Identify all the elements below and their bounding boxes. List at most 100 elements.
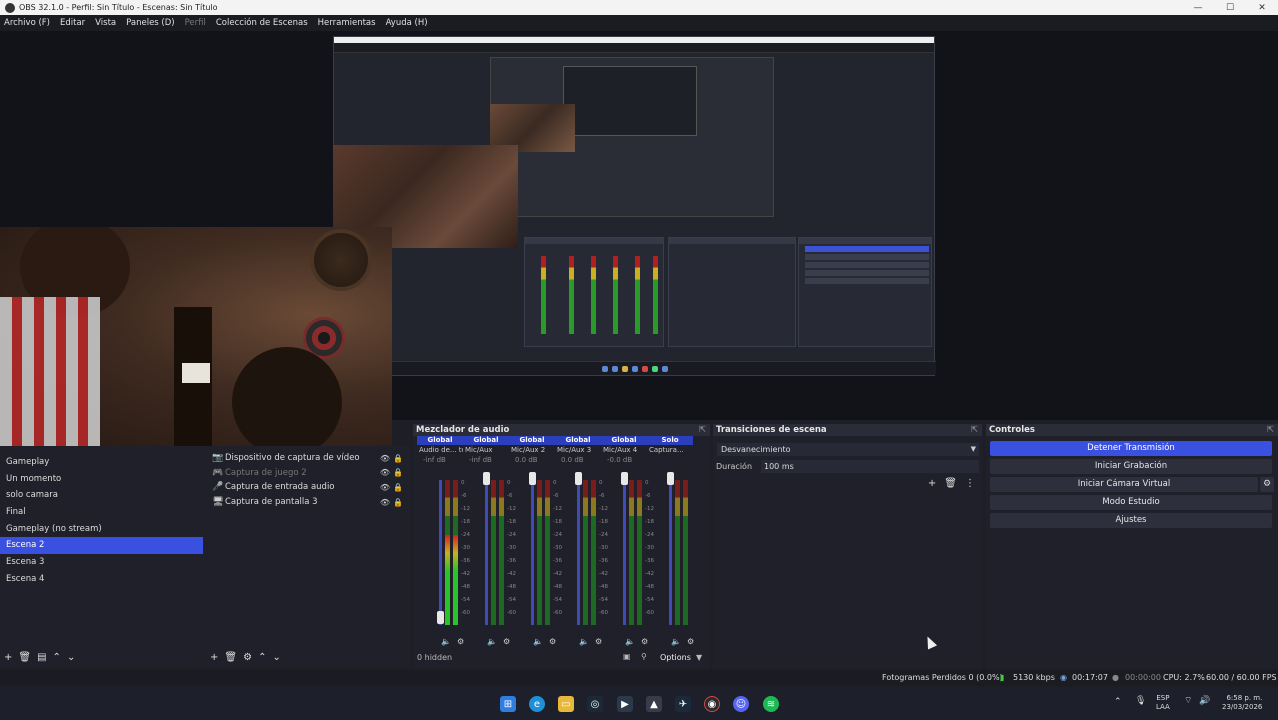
duration-field[interactable]: 100 ms xyxy=(761,460,979,473)
remove-scene-icon[interactable]: 🗑 xyxy=(18,652,31,663)
studio-mode-button[interactable]: Modo Estudio xyxy=(990,495,1272,510)
speaker-icon[interactable]: 🔈 xyxy=(625,637,635,646)
more-options-icon[interactable]: ⋮ xyxy=(965,478,975,489)
volume-icon[interactable]: 🔊 xyxy=(1199,697,1210,706)
transition-select[interactable]: Desvanecimiento ▼ xyxy=(717,443,979,456)
channel-badge[interactable]: Global xyxy=(417,436,463,445)
volume-fader-track[interactable] xyxy=(485,480,488,625)
options-button[interactable]: Options xyxy=(660,653,691,662)
maximize-button[interactable]: ☐ xyxy=(1214,0,1246,15)
source-item[interactable]: 🖥 Captura de pantalla 3 👁 🔒 xyxy=(208,495,406,510)
close-button[interactable]: ✕ xyxy=(1246,0,1278,15)
wifi-icon[interactable]: ⌔ xyxy=(1184,697,1192,706)
lock-icon[interactable]: 🔒 xyxy=(393,454,403,463)
remove-source-icon[interactable]: 🗑 xyxy=(224,652,237,663)
clock[interactable]: 6:58 p. m. 23/03/2026 xyxy=(1222,694,1262,712)
obs-taskbar-icon[interactable]: ◉ xyxy=(704,696,720,712)
move-up-icon[interactable]: ⌃ xyxy=(53,652,61,663)
visibility-eye-icon[interactable]: 👁 xyxy=(380,498,390,507)
start-recording-button[interactable]: Iniciar Grabación xyxy=(990,459,1272,474)
channel-name[interactable]: Mic/Aux 3 xyxy=(555,445,601,456)
channel-badge[interactable]: Global xyxy=(463,436,509,445)
move-down-icon[interactable]: ⌄ xyxy=(272,652,280,663)
visibility-eye-icon[interactable]: 👁 xyxy=(380,483,390,492)
channel-settings-icon[interactable]: ⚙ xyxy=(687,637,694,646)
volume-fader-knob[interactable] xyxy=(529,472,536,485)
volume-fader-knob[interactable] xyxy=(667,472,674,485)
channel-name[interactable]: Audio de... tono 2 xyxy=(417,445,463,456)
windows-start-icon[interactable]: ⊞ xyxy=(500,696,516,712)
channel-name[interactable]: Captura... xyxy=(647,445,693,456)
speaker-icon[interactable]: 🔈 xyxy=(487,637,497,646)
volume-fader-knob[interactable] xyxy=(483,472,490,485)
lock-icon[interactable]: 🔒 xyxy=(393,468,403,477)
discord-icon[interactable]: ☺ xyxy=(733,696,749,712)
speaker-icon[interactable]: 🔈 xyxy=(533,637,543,646)
app-icon[interactable]: ▲ xyxy=(646,696,662,712)
channel-name[interactable]: Mic/Aux xyxy=(463,445,509,456)
menu-coleccion-escenas[interactable]: Colección de Escenas xyxy=(216,18,308,28)
link-icon[interactable]: ⚲ xyxy=(641,652,647,661)
menu-archivo[interactable]: Archivo (F) xyxy=(4,18,50,28)
add-transition-icon[interactable]: + xyxy=(928,478,936,489)
channel-name[interactable]: Mic/Aux 2 xyxy=(509,445,555,456)
menu-ayuda[interactable]: Ayuda (H) xyxy=(386,18,428,28)
scene-item-selected[interactable]: Escena 2 xyxy=(0,537,203,555)
dock-icon[interactable]: ⇱ xyxy=(699,424,706,436)
filter-scene-icon[interactable]: ▤ xyxy=(37,652,46,663)
minimize-button[interactable]: — xyxy=(1182,0,1214,15)
dock-icon[interactable]: ⇱ xyxy=(971,424,978,436)
channel-badge[interactable]: Global xyxy=(601,436,647,445)
file-explorer-icon[interactable]: ▭ xyxy=(558,696,574,712)
scene-item[interactable]: Un momento xyxy=(0,471,205,488)
volume-fader-track[interactable] xyxy=(669,480,672,625)
language-indicator[interactable]: ESP LAA xyxy=(1156,694,1170,712)
channel-badge[interactable]: Global xyxy=(509,436,555,445)
channel-badge[interactable]: Global xyxy=(555,436,601,445)
chevron-up-icon[interactable]: ⌃ xyxy=(1114,698,1122,707)
source-item[interactable]: 🎤 Captura de entrada audio 👁 🔒 xyxy=(208,480,406,495)
visibility-eye-icon[interactable]: 👁 xyxy=(380,468,390,477)
menu-paneles[interactable]: Paneles (D) xyxy=(126,18,174,28)
visibility-eye-icon[interactable]: 👁 xyxy=(380,454,390,463)
move-down-icon[interactable]: ⌄ xyxy=(67,652,75,663)
scene-item[interactable]: Escena 3 xyxy=(0,554,205,571)
volume-fader-track[interactable] xyxy=(623,480,626,625)
volume-fader-knob[interactable] xyxy=(437,611,444,624)
layout-icon[interactable]: ▣ xyxy=(623,652,631,661)
speaker-icon[interactable]: 🔈 xyxy=(441,637,451,646)
lock-icon[interactable]: 🔒 xyxy=(393,483,403,492)
spotify-icon[interactable]: ≋ xyxy=(763,696,779,712)
volume-fader-knob[interactable] xyxy=(575,472,582,485)
channel-name[interactable]: Mic/Aux 4 xyxy=(601,445,647,456)
scene-item[interactable]: solo camara xyxy=(0,487,205,504)
volume-fader-knob[interactable] xyxy=(621,472,628,485)
dock-icon[interactable]: ⇱ xyxy=(1267,424,1274,436)
settings-button[interactable]: Ajustes xyxy=(990,513,1272,528)
speaker-icon[interactable]: 🔈 xyxy=(671,637,681,646)
scene-item[interactable]: Gameplay (no stream) xyxy=(0,521,205,538)
menu-editar[interactable]: Editar xyxy=(60,18,85,28)
scene-item[interactable]: Gameplay xyxy=(0,454,205,471)
speaker-icon[interactable]: 🔈 xyxy=(579,637,589,646)
source-item[interactable]: 🎮 Captura de juego 2 👁 🔒 xyxy=(208,466,406,481)
menu-herramientas[interactable]: Herramientas xyxy=(318,18,376,28)
add-scene-icon[interactable]: + xyxy=(4,652,12,663)
virtual-camera-settings-icon[interactable]: ⚙ xyxy=(1260,477,1274,492)
menu-vista[interactable]: Vista xyxy=(95,18,116,28)
start-virtual-camera-button[interactable]: Iniciar Cámara Virtual xyxy=(990,477,1258,492)
app-icon[interactable]: ▶ xyxy=(617,696,633,712)
move-up-icon[interactable]: ⌃ xyxy=(258,652,266,663)
source-settings-icon[interactable]: ⚙ xyxy=(243,652,252,663)
menu-perfil[interactable]: Perfil xyxy=(185,18,206,28)
edge-browser-icon[interactable]: e xyxy=(529,696,545,712)
stop-stream-button[interactable]: Detener Transmisión xyxy=(990,441,1272,456)
lock-icon[interactable]: 🔒 xyxy=(393,498,403,507)
scene-item[interactable]: Escena 4 xyxy=(0,571,205,588)
steam-icon[interactable]: ◎ xyxy=(587,696,603,712)
app-icon[interactable]: ✈ xyxy=(675,696,691,712)
channel-badge[interactable]: Solo xyxy=(647,436,693,445)
add-source-icon[interactable]: + xyxy=(210,652,218,663)
volume-fader-track[interactable] xyxy=(577,480,580,625)
source-item[interactable]: 📷 Dispositivo de captura de vídeo 👁 🔒 xyxy=(208,451,406,466)
